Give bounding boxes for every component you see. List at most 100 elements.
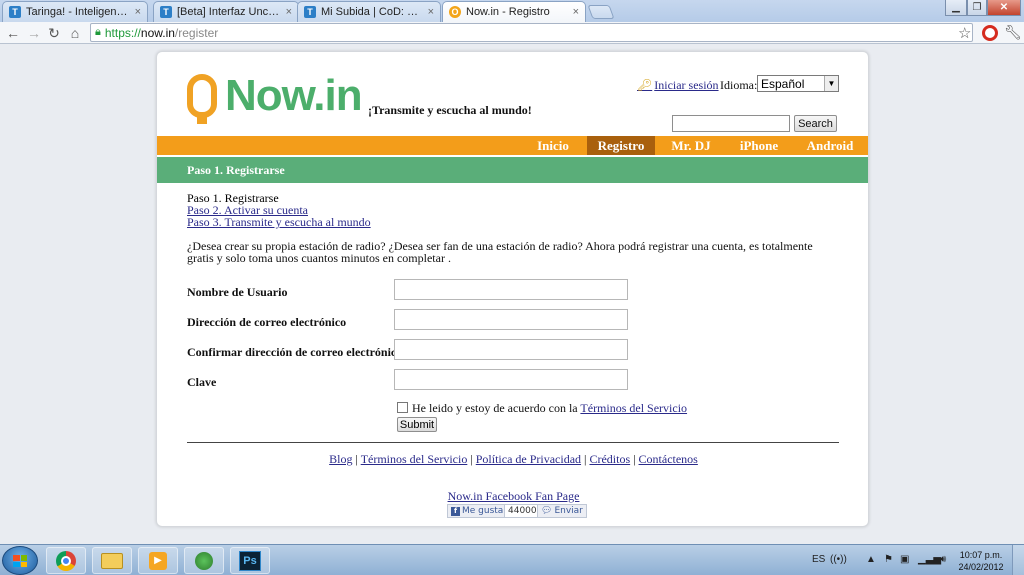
footer-links: Blog | Términos del Servicio | Política … xyxy=(157,452,868,467)
tab-close-icon[interactable]: × xyxy=(573,6,579,18)
step-3-link[interactable]: Paso 3. Transmite y escucha al mundo xyxy=(187,216,371,228)
search-button[interactable]: Search xyxy=(794,115,837,132)
site-logo[interactable]: Now.in xyxy=(187,71,363,124)
tab-title: Taringa! - Inteligencia Cole xyxy=(26,6,131,18)
facebook-icon: f xyxy=(451,506,460,516)
language-select[interactable]: Español ▼ xyxy=(757,75,839,92)
windows-logo-icon xyxy=(13,555,27,567)
tab-close-icon[interactable]: × xyxy=(286,6,292,18)
folder-icon xyxy=(101,552,123,569)
chrome-icon xyxy=(56,550,76,571)
taskbar-explorer[interactable] xyxy=(92,547,132,574)
like-count: 44000 xyxy=(504,504,541,518)
minimize-icon[interactable]: ▁ xyxy=(945,0,967,16)
steps-list: Paso 1. Registrarse Paso 2. Activar su c… xyxy=(187,192,371,228)
show-desktop-button[interactable] xyxy=(1012,545,1024,575)
maximize-icon[interactable]: ❐ xyxy=(967,0,987,16)
tab-interfaz[interactable]: T [Beta] Interfaz Uncharted - × xyxy=(153,1,299,22)
tab-now-in-registro[interactable]: O Now.in - Registro × xyxy=(442,1,586,22)
tab-title: Mi Subida | CoD: World At xyxy=(321,6,424,18)
url-scheme: https:// xyxy=(104,25,141,40)
speech-bubble-icon: 💬︎ xyxy=(541,506,553,516)
username-label: Nombre de Usuario xyxy=(187,285,288,299)
logo-text: Now.in xyxy=(225,71,363,120)
page-container: Now.in ¡Transmite y escucha al mundo! 🔑︎… xyxy=(156,51,869,527)
volume-icon[interactable]: 🔊︎ xyxy=(940,554,946,565)
nav-inicio[interactable]: Inicio xyxy=(525,136,581,155)
email-confirm-label: Confirmar dirección de correo electrónic… xyxy=(187,345,403,359)
tray-monitor-icon[interactable]: ▣ xyxy=(900,554,909,565)
nav-iphone[interactable]: iPhone xyxy=(729,136,789,155)
network-signal-icon[interactable]: ▁▃▅ xyxy=(918,554,941,565)
login-link-label: Iniciar sesión xyxy=(654,78,719,92)
tab-title: [Beta] Interfaz Uncharted - xyxy=(177,6,282,18)
tray-flag-icon[interactable]: ⚑ xyxy=(884,554,893,565)
nav-mr-dj[interactable]: Mr. DJ xyxy=(661,136,721,155)
tab-close-icon[interactable]: × xyxy=(428,6,434,18)
home-icon[interactable]: ⌂ xyxy=(66,24,84,42)
nowin-favicon-icon: O xyxy=(449,6,461,18)
tab-close-icon[interactable]: × xyxy=(135,6,141,18)
tab-mi-subida[interactable]: T Mi Subida | CoD: World At × xyxy=(297,1,441,22)
facebook-send-button[interactable]: 💬︎ Enviar xyxy=(537,504,587,518)
taskbar-chrome[interactable] xyxy=(46,547,86,574)
bookmark-star-icon[interactable]: ☆ xyxy=(958,24,971,42)
terms-prefix: He leido y estoy de acuerdo con la xyxy=(412,401,578,415)
username-input[interactable] xyxy=(394,279,628,300)
extension-icon[interactable] xyxy=(982,25,998,41)
clock-date: 24/02/2012 xyxy=(958,562,1004,572)
facebook-page-link[interactable]: Now.in Facebook Fan Page xyxy=(157,489,868,504)
taringa-favicon-icon: T xyxy=(304,6,316,18)
browser-toolbar: ← → ↻ ⌂ 🔒︎ https:// now.in /register ☆ 🔧… xyxy=(0,22,1024,44)
nav-android[interactable]: Android xyxy=(797,136,863,155)
taringa-favicon-icon: T xyxy=(9,6,21,18)
tab-taringa[interactable]: T Taringa! - Inteligencia Cole × xyxy=(2,1,148,22)
system-clock[interactable]: 10:07 p.m. 24/02/2012 xyxy=(956,549,1006,573)
key-icon: 🔑︎ xyxy=(637,78,653,92)
footer-separator: | xyxy=(470,452,473,466)
reload-icon[interactable]: ↻ xyxy=(45,24,63,42)
email-confirm-input[interactable] xyxy=(394,339,628,360)
media-player-icon: ▶ xyxy=(149,551,167,570)
search-input[interactable] xyxy=(672,115,790,132)
main-nav: Inicio Registro Mr. DJ iPhone Android xyxy=(157,136,868,155)
taskbar-messenger[interactable] xyxy=(184,547,224,574)
clock-time: 10:07 p.m. xyxy=(959,550,1003,560)
login-link[interactable]: 🔑︎ Iniciar sesión xyxy=(637,78,719,93)
step-header: Paso 1. Registrarse xyxy=(157,157,868,183)
footer-link-terms[interactable]: Términos del Servicio xyxy=(361,452,468,466)
email-label: Dirección de correo electrónico xyxy=(187,315,347,329)
show-hidden-icons-icon[interactable]: ▲ xyxy=(866,554,876,565)
email-input[interactable] xyxy=(394,309,628,330)
intro-text: ¿Desea crear su propia estación de radio… xyxy=(187,239,813,265)
tab-strip: T Taringa! - Inteligencia Cole × T [Beta… xyxy=(0,0,1024,22)
facebook-like-button[interactable]: f Me gusta xyxy=(447,504,508,518)
footer-link-credits[interactable]: Créditos xyxy=(589,452,630,466)
language-indicator[interactable]: ES xyxy=(812,554,825,565)
terms-checkbox[interactable] xyxy=(397,402,408,413)
lock-icon: 🔒︎ xyxy=(95,26,101,38)
footer-link-contact[interactable]: Contáctenos xyxy=(639,452,698,466)
send-label: Enviar xyxy=(554,506,583,516)
start-button[interactable] xyxy=(2,546,38,575)
wrench-menu-icon[interactable]: 🔧︎ xyxy=(1004,24,1022,41)
footer-separator: | xyxy=(355,452,358,466)
language-value: Español xyxy=(761,76,805,91)
submit-button[interactable]: Submit xyxy=(397,417,437,432)
window-close-icon[interactable]: ✕ xyxy=(987,0,1021,16)
password-input[interactable] xyxy=(394,369,628,390)
chevron-down-icon: ▼ xyxy=(824,76,838,91)
footer-separator: | xyxy=(633,452,636,466)
footer-link-privacy[interactable]: Política de Privacidad xyxy=(476,452,581,466)
taskbar-photoshop[interactable]: Ps xyxy=(230,547,270,574)
address-bar[interactable]: 🔒︎ https:// now.in /register xyxy=(90,23,973,42)
taskbar-media-player[interactable]: ▶ xyxy=(138,547,178,574)
terms-link[interactable]: Términos del Servicio xyxy=(580,401,687,415)
footer-link-blog[interactable]: Blog xyxy=(329,452,352,466)
nav-registro[interactable]: Registro xyxy=(587,136,655,155)
back-arrow-icon[interactable]: ← xyxy=(4,24,22,42)
tray-wireless-icon[interactable]: ((•)) xyxy=(830,554,847,565)
new-tab-button[interactable] xyxy=(587,5,615,19)
footer-separator: | xyxy=(584,452,587,466)
forward-arrow-icon[interactable]: → xyxy=(25,24,43,42)
